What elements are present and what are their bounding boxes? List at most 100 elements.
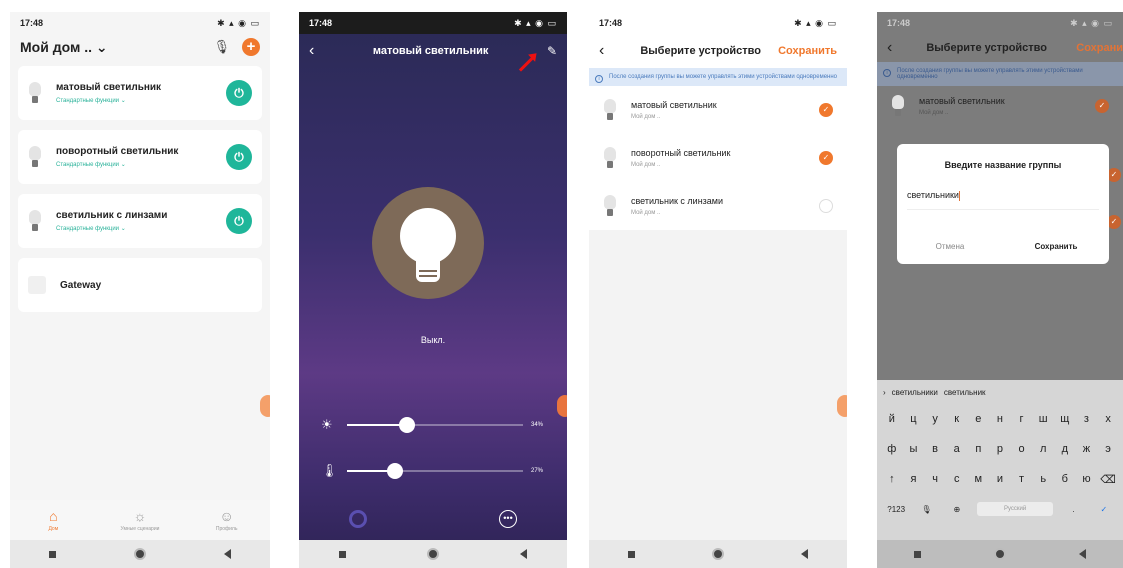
- expand-icon[interactable]: ›: [883, 388, 886, 397]
- key[interactable]: ц: [903, 413, 923, 425]
- device-card[interactable]: поворотный светильник Стандартные функци…: [18, 130, 262, 184]
- more-icon[interactable]: •••: [499, 510, 517, 528]
- back-nav-icon[interactable]: [519, 549, 527, 559]
- key[interactable]: б: [1055, 473, 1075, 485]
- tab-profile[interactable]: ☺ Профиль: [197, 508, 257, 532]
- power-button[interactable]: ⏻: [226, 144, 252, 170]
- power-button[interactable]: ⏻: [226, 208, 252, 234]
- unchecked-icon[interactable]: [819, 199, 833, 213]
- symbols-key[interactable]: ?123: [886, 505, 906, 514]
- device-functions[interactable]: Стандартные функции ⌄: [56, 97, 161, 104]
- device-row[interactable]: поворотный светильник Мой дом .. ✓: [589, 134, 847, 182]
- checked-icon[interactable]: ✓: [1107, 168, 1121, 182]
- key[interactable]: ш: [1033, 413, 1053, 425]
- key[interactable]: я: [903, 473, 923, 485]
- gateway-card[interactable]: Gateway: [18, 258, 262, 312]
- key[interactable]: щ: [1055, 413, 1075, 425]
- key[interactable]: ь: [1033, 473, 1053, 485]
- key[interactable]: в: [925, 443, 945, 455]
- slider-track[interactable]: [347, 463, 523, 479]
- microphone-icon[interactable]: 🎙: [213, 39, 230, 55]
- device-row[interactable]: светильник с линзами Мой дом ..: [589, 182, 847, 230]
- enter-key-icon[interactable]: ✓: [1094, 505, 1114, 514]
- recents-icon[interactable]: [339, 550, 347, 558]
- device-functions[interactable]: Стандартные функции ⌄: [56, 225, 167, 232]
- key[interactable]: э: [1098, 443, 1118, 455]
- floating-side-tab[interactable]: [837, 395, 847, 417]
- suggestion[interactable]: светильник: [944, 388, 986, 397]
- key[interactable]: ю: [1076, 473, 1096, 485]
- power-button[interactable]: ⏻: [226, 80, 252, 106]
- temperature-slider[interactable]: 🌡 27%: [321, 463, 545, 479]
- cancel-button[interactable]: Отмена: [897, 230, 1003, 264]
- back-nav-icon[interactable]: [801, 549, 809, 559]
- key[interactable]: г: [1012, 413, 1032, 425]
- back-nav-icon[interactable]: [224, 549, 231, 559]
- key[interactable]: к: [947, 413, 967, 425]
- globe-icon[interactable]: ⊕: [947, 505, 967, 514]
- color-ring-icon[interactable]: [349, 510, 367, 528]
- home-nav-icon[interactable]: [993, 548, 1006, 560]
- period-key[interactable]: .: [1063, 505, 1083, 514]
- device-row[interactable]: матовый светильник Мой дом .. ✓: [589, 86, 847, 134]
- save-button[interactable]: Сохрани: [1076, 42, 1123, 54]
- key[interactable]: и: [990, 473, 1010, 485]
- suggestion[interactable]: светильники: [892, 388, 938, 397]
- key[interactable]: й: [882, 413, 902, 425]
- checked-icon[interactable]: ✓: [1107, 215, 1121, 229]
- edit-icon[interactable]: ✎: [547, 44, 557, 58]
- key[interactable]: м: [968, 473, 988, 485]
- checked-icon[interactable]: ✓: [819, 103, 833, 117]
- key[interactable]: ы: [903, 443, 923, 455]
- back-icon[interactable]: ‹: [309, 42, 314, 60]
- recents-icon[interactable]: [627, 550, 635, 558]
- device-functions[interactable]: Стандартные функции ⌄: [56, 161, 178, 168]
- space-key[interactable]: Русский: [977, 502, 1054, 516]
- home-nav-icon[interactable]: [426, 548, 439, 560]
- key[interactable]: л: [1033, 443, 1053, 455]
- key[interactable]: ф: [882, 443, 902, 455]
- checked-icon[interactable]: ✓: [1095, 99, 1109, 113]
- slider-knob[interactable]: [398, 417, 415, 433]
- checked-icon[interactable]: ✓: [819, 151, 833, 165]
- device-card[interactable]: матовый светильник Стандартные функции ⌄…: [18, 66, 262, 120]
- shift-key-icon[interactable]: ↑: [882, 473, 902, 485]
- back-icon[interactable]: ‹: [887, 39, 892, 57]
- key[interactable]: с: [947, 473, 967, 485]
- backspace-key-icon[interactable]: ⌫: [1098, 473, 1118, 486]
- device-card[interactable]: светильник с линзами Стандартные функции…: [18, 194, 262, 248]
- back-icon[interactable]: ‹: [599, 42, 604, 60]
- save-button[interactable]: Сохранить: [778, 45, 837, 57]
- key[interactable]: е: [968, 413, 988, 425]
- device-row[interactable]: матовый светильник Мой дом .. ✓: [877, 86, 1123, 126]
- key[interactable]: т: [1012, 473, 1032, 485]
- back-nav-icon[interactable]: [1079, 549, 1087, 559]
- key[interactable]: ж: [1076, 443, 1096, 455]
- key[interactable]: х: [1098, 413, 1118, 425]
- key[interactable]: о: [1012, 443, 1032, 455]
- slider-knob[interactable]: [386, 463, 403, 479]
- home-selector[interactable]: Мой дом .. ⌄: [20, 39, 108, 56]
- home-nav-icon[interactable]: [711, 548, 724, 560]
- recents-icon[interactable]: [49, 550, 56, 558]
- key[interactable]: п: [968, 443, 988, 455]
- slider-track[interactable]: [347, 417, 523, 433]
- key[interactable]: у: [925, 413, 945, 425]
- key[interactable]: н: [990, 413, 1010, 425]
- tab-scenes[interactable]: ☼ Умные сценарии: [110, 508, 170, 532]
- tab-home[interactable]: ⌂ Дом: [23, 508, 83, 532]
- mic-key-icon[interactable]: 🎙: [916, 505, 936, 514]
- brightness-slider[interactable]: ☀ 34%: [321, 417, 545, 433]
- key[interactable]: ч: [925, 473, 945, 485]
- add-device-button[interactable]: +: [242, 38, 260, 56]
- floating-side-tab[interactable]: [557, 395, 567, 417]
- group-name-input[interactable]: светильники: [907, 190, 1099, 210]
- key[interactable]: д: [1055, 443, 1075, 455]
- key[interactable]: р: [990, 443, 1010, 455]
- recents-icon[interactable]: [913, 550, 921, 558]
- floating-side-tab[interactable]: [260, 395, 270, 417]
- key[interactable]: з: [1076, 413, 1096, 425]
- dialog-save-button[interactable]: Сохранить: [1003, 230, 1109, 264]
- lamp-bulb-icon[interactable]: [400, 208, 456, 264]
- home-nav-icon[interactable]: [134, 548, 146, 560]
